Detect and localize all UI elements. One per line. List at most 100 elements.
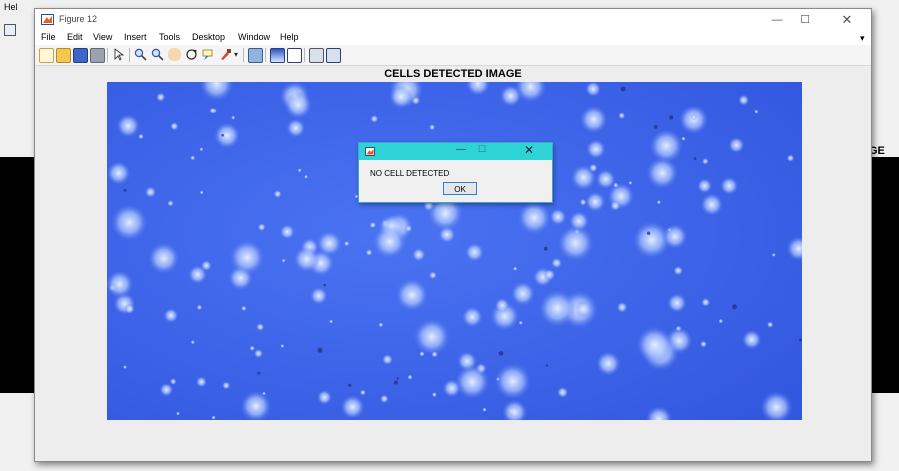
cell-blob bbox=[316, 231, 342, 256]
cell-blob bbox=[365, 249, 373, 256]
maximize-button[interactable]: ☐ bbox=[793, 11, 817, 29]
cell-blob bbox=[382, 354, 393, 365]
cell-blob bbox=[431, 392, 437, 398]
cell-blob bbox=[214, 122, 240, 149]
cell-blob bbox=[304, 174, 308, 179]
cell-blob bbox=[728, 137, 745, 154]
background-toolbar-button[interactable] bbox=[4, 24, 16, 36]
brush-icon[interactable] bbox=[219, 48, 232, 61]
cell-blob bbox=[465, 242, 484, 262]
brush-dropdown-icon[interactable]: ▾ bbox=[234, 48, 240, 61]
dark-speck bbox=[732, 304, 737, 310]
cell-blob bbox=[517, 201, 551, 235]
cell-blob bbox=[144, 186, 157, 198]
minimize-button[interactable]: — bbox=[765, 11, 789, 29]
zoom-out-icon[interactable] bbox=[151, 48, 164, 61]
dark-speck bbox=[348, 383, 352, 387]
hide-plot-tools-icon[interactable] bbox=[309, 48, 324, 63]
cell-blob bbox=[199, 190, 204, 195]
cell-blob bbox=[280, 344, 285, 348]
show-plot-tools-icon[interactable] bbox=[326, 48, 341, 63]
menu-desktop[interactable]: Desktop bbox=[192, 32, 225, 42]
cell-blob bbox=[281, 258, 286, 263]
cell-blob bbox=[407, 374, 413, 380]
cell-blob bbox=[616, 302, 628, 313]
cell-blob bbox=[404, 224, 413, 233]
cell-blob bbox=[494, 298, 510, 313]
dialog-minimize-button[interactable]: — bbox=[456, 144, 466, 155]
cell-blob bbox=[690, 114, 698, 121]
dialog-close-button[interactable]: ✕ bbox=[524, 143, 534, 157]
close-button[interactable]: ✕ bbox=[835, 11, 859, 29]
data-cursor-icon[interactable] bbox=[202, 48, 215, 61]
cell-blob bbox=[610, 200, 621, 211]
cell-blob bbox=[656, 200, 662, 205]
cell-blob bbox=[455, 364, 490, 400]
insert-colorbar-icon[interactable] bbox=[270, 48, 285, 63]
menu-edit[interactable]: Edit bbox=[67, 32, 83, 42]
cell-blob bbox=[395, 278, 429, 312]
cell-blob bbox=[649, 129, 683, 163]
menu-view[interactable]: View bbox=[93, 32, 112, 42]
ok-button[interactable]: OK bbox=[443, 182, 477, 195]
dark-speck bbox=[543, 246, 548, 251]
cell-blob bbox=[373, 225, 407, 259]
figure-window: Figure 12 — ☐ ✕ File Edit View Insert To… bbox=[34, 8, 872, 462]
print-icon[interactable] bbox=[90, 48, 105, 63]
figure-toolbar: ▾ bbox=[35, 45, 871, 66]
toolbar-separator bbox=[304, 48, 305, 62]
menu-bar: File Edit View Insert Tools Desktop Wind… bbox=[35, 31, 871, 45]
figure-titlebar[interactable]: Figure 12 — ☐ ✕ bbox=[35, 9, 871, 31]
cell-blob bbox=[511, 281, 535, 306]
menu-insert[interactable]: Insert bbox=[124, 32, 147, 42]
cell-blob bbox=[494, 363, 531, 400]
cell-blob bbox=[111, 204, 148, 241]
menu-tools[interactable]: Tools bbox=[159, 32, 180, 42]
toolbar-separator bbox=[265, 48, 266, 62]
menu-window[interactable]: Window bbox=[238, 32, 270, 42]
background-menu-help[interactable]: Hel bbox=[4, 2, 18, 12]
cell-blob bbox=[317, 390, 332, 405]
cell-blob bbox=[461, 306, 483, 328]
window-title: Figure 12 bbox=[59, 14, 98, 24]
new-figure-icon[interactable] bbox=[39, 48, 54, 63]
cell-blob bbox=[636, 326, 673, 363]
cell-blob bbox=[662, 224, 688, 249]
cells-image bbox=[107, 82, 802, 420]
cell-blob bbox=[754, 109, 759, 114]
cell-blob bbox=[595, 169, 616, 189]
cell-blob bbox=[701, 297, 711, 307]
menu-file[interactable]: File bbox=[41, 32, 56, 42]
dialog-titlebar[interactable]: — ☐ ✕ bbox=[359, 143, 552, 160]
cell-blob bbox=[700, 340, 707, 348]
cell-blob bbox=[482, 407, 487, 412]
cell-blob bbox=[359, 389, 366, 396]
cell-blob bbox=[673, 266, 683, 276]
pan-hand-icon[interactable] bbox=[168, 48, 181, 61]
cell-blob bbox=[273, 190, 282, 198]
open-file-icon[interactable] bbox=[56, 48, 71, 63]
menu-overflow-arrow[interactable]: ▾ bbox=[860, 33, 865, 44]
insert-legend-icon[interactable] bbox=[287, 48, 302, 63]
link-plot-icon[interactable] bbox=[248, 48, 263, 63]
cell-blob bbox=[543, 269, 556, 281]
toolbar-separator bbox=[129, 48, 130, 62]
cell-blob bbox=[196, 304, 203, 311]
cell-blob bbox=[310, 287, 328, 305]
cell-blob bbox=[257, 223, 266, 232]
dialog-maximize-button[interactable]: ☐ bbox=[478, 144, 486, 155]
cell-blob bbox=[786, 154, 795, 162]
cell-blob bbox=[163, 308, 179, 323]
cell-blob bbox=[557, 386, 569, 398]
select-arrow-icon[interactable] bbox=[112, 48, 125, 61]
rotate-3d-icon[interactable] bbox=[185, 48, 198, 61]
cell-blob bbox=[378, 322, 384, 328]
zoom-in-icon[interactable] bbox=[134, 48, 147, 61]
dark-speck bbox=[257, 371, 261, 375]
cell-blob bbox=[742, 329, 762, 350]
cell-blob bbox=[499, 85, 522, 107]
cell-blob bbox=[380, 394, 389, 404]
menu-help[interactable]: Help bbox=[280, 32, 299, 42]
save-icon[interactable] bbox=[73, 48, 88, 63]
dark-speck bbox=[646, 231, 651, 235]
